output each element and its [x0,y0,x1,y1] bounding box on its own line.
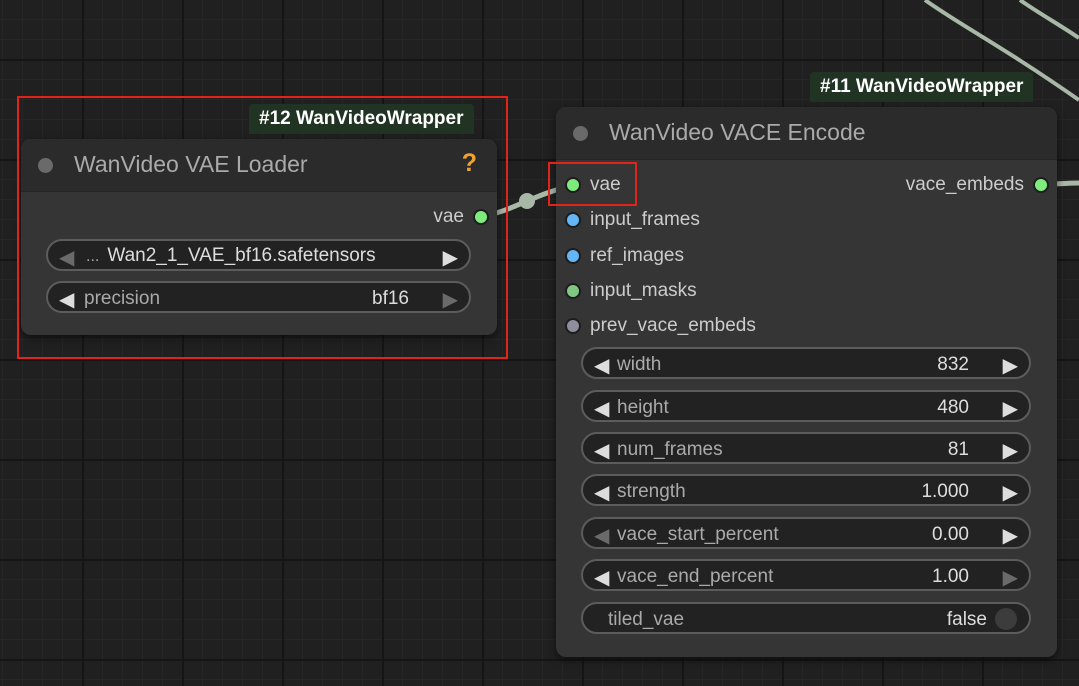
widget-value: 1.000 [921,481,969,502]
widget-value: 0.00 [932,524,969,545]
input-ref-images-dot-icon[interactable] [565,248,581,264]
decrement-icon[interactable]: ◀ [594,353,609,378]
increment-icon[interactable]: ▶ [1003,353,1018,378]
num-frames-number-widget[interactable]: ◀ num_frames 81 ▶ [581,432,1031,464]
widget-label: tiled_vae [608,609,685,630]
widget-label: vace_end_percent [617,566,774,587]
input-masks-dot-icon[interactable] [565,283,581,299]
highlight-box-vae-input [548,162,637,206]
toggle-value: false [946,609,987,630]
widget-label: vace_start_percent [617,524,779,545]
tiled-vae-toggle[interactable]: tiled_vae false [581,602,1031,634]
highlight-box-vae-loader [17,96,508,359]
input-prev-vace-embeds-dot-icon[interactable] [565,318,581,334]
input-label-prev-vace-embeds: prev_vace_embeds [590,315,756,336]
toggle-knob-icon[interactable] [995,608,1017,630]
node-graph-canvas[interactable]: #12 WanVideoWrapper WanVideo VAE Loader … [0,0,1079,686]
node-title: WanVideo VACE Encode [609,119,866,145]
width-number-widget[interactable]: ◀ width 832 ▶ [581,347,1031,379]
input-label-ref-images: ref_images [590,245,684,266]
widget-value: 81 [947,439,969,460]
increment-icon[interactable]: ▶ [1003,523,1018,548]
increment-icon[interactable]: ▶ [1003,438,1018,463]
widget-label: strength [617,481,686,502]
widget-value: 480 [937,397,969,418]
node-title-bar[interactable]: WanVideo VACE Encode [556,107,1057,160]
output-label-vace-embeds: vace_embeds [905,174,1024,195]
widget-label: width [617,354,662,375]
input-label-input-frames: input_frames [590,209,700,230]
vace-start-percent-number-widget[interactable]: ◀ vace_start_percent 0.00 ▶ [581,517,1031,549]
link-midpoint-handle[interactable] [519,193,535,209]
height-number-widget[interactable]: ◀ height 480 ▶ [581,390,1031,422]
increment-icon[interactable]: ▶ [1003,480,1018,505]
widget-value: 1.00 [932,566,969,587]
increment-icon[interactable]: ▶ [1003,396,1018,421]
input-frames-dot-icon[interactable] [565,212,581,228]
widget-label: height [617,397,669,418]
collapse-dot-icon[interactable] [573,126,588,141]
decrement-icon[interactable]: ◀ [594,438,609,463]
widget-label: num_frames [617,439,723,460]
node-badge-11: #11 WanVideoWrapper [810,72,1034,102]
increment-icon[interactable]: ▶ [1003,565,1018,590]
decrement-icon[interactable]: ◀ [594,523,609,548]
widget-value: 832 [937,354,969,375]
strength-number-widget[interactable]: ◀ strength 1.000 ▶ [581,474,1031,506]
link-offscreen-2[interactable] [1018,0,1079,40]
decrement-icon[interactable]: ◀ [594,480,609,505]
output-vace-embeds-dot-icon[interactable] [1033,177,1049,193]
decrement-icon[interactable]: ◀ [594,565,609,590]
input-label-input-masks: input_masks [590,280,697,301]
vace-end-percent-number-widget[interactable]: ◀ vace_end_percent 1.00 ▶ [581,559,1031,591]
decrement-icon[interactable]: ◀ [594,396,609,421]
